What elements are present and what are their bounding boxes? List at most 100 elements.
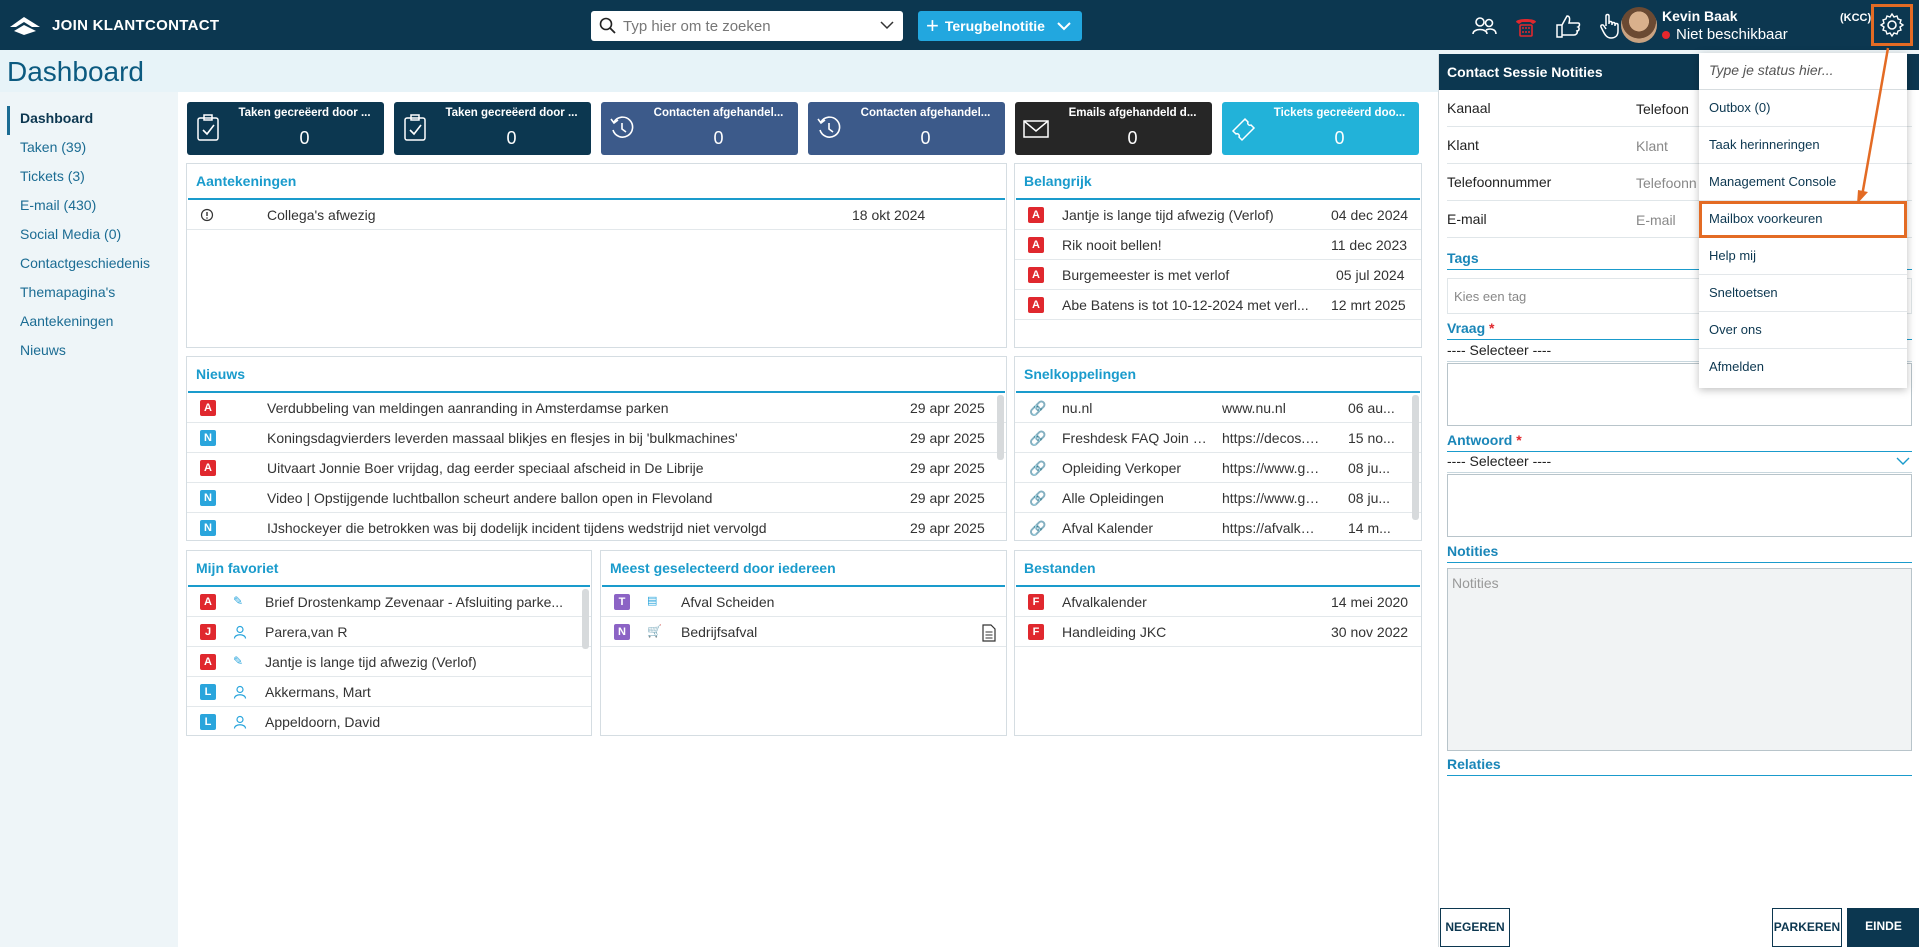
list-item[interactable]: A Abe Batens is tot 10-12-2024 met verl..… [1015,290,1421,320]
sidebar-item-social-media[interactable]: Social Media (0) [7,222,150,251]
sidebar-item-themapaginas[interactable]: Themapagina's [7,280,150,309]
sidebar-item-aantekeningen[interactable]: Aantekeningen [7,309,150,338]
list-item[interactable]: A Uitvaart Jonnie Boer vrijdag, dag eerde… [187,453,1006,483]
item-text: Rik nooit bellen! [1062,237,1162,253]
list-item[interactable]: A Burgemeester is met verlof 05 jul 2024 [1015,260,1421,290]
list-item[interactable]: T ▤ Afval Scheiden [601,587,1006,617]
parkeren-button[interactable]: PARKEREN [1772,908,1842,947]
list-item[interactable]: N IJshockeyer die betrokken was bij dodel… [187,513,1006,543]
brand-title: JOIN KLANTCONTACT [52,16,220,34]
link-name: nu.nl [1062,400,1093,416]
list-item[interactable]: F Afvalkalender 14 mei 2020 [1015,587,1421,617]
notities-textarea[interactable]: Notities [1447,568,1912,751]
users-icon[interactable] [1470,12,1498,40]
hand-pointer-icon[interactable] [1596,12,1624,40]
menu-item-taak-herinneringen[interactable]: Taak herinneringen [1699,127,1907,164]
stat-card-tickets[interactable]: Tickets gecreëerd doo... 0 [1222,102,1419,155]
item-text: Parera,van R [265,624,348,640]
stat-value: 0 [1334,128,1345,148]
antwoord-textarea[interactable] [1447,474,1912,537]
stat-card-contacten-1[interactable]: Contacten afgehandel... 0 [601,102,798,155]
scrollbar[interactable] [1412,395,1419,520]
antwoord-label-text: Antwoord [1447,432,1513,448]
menu-item-management-console[interactable]: Management Console [1699,164,1907,201]
list-item[interactable]: A ✎ Brief Drostenkamp Zevenaar - Afsluitin… [187,587,591,617]
sidebar-item-nieuws[interactable]: Nieuws [7,338,150,367]
list-item[interactable]: N 🛒 Bedrijfsafval [601,617,1006,647]
negeren-button[interactable]: NEGEREN [1440,908,1510,947]
email-field[interactable]: E-mail [1636,212,1676,228]
chevron-down-icon[interactable] [879,17,895,33]
settings-button[interactable] [1871,4,1913,46]
search-input[interactable] [623,17,873,35]
link-url: www.nu.nl [1222,400,1286,416]
list-item[interactable]: A Verdubbeling van meldingen aanranding i… [187,393,1006,423]
stat-card-contacten-2[interactable]: Contacten afgehandel... 0 [808,102,1005,155]
edit-icon: ✎ [233,654,244,668]
terugbelnotitie-button[interactable]: + Terugbelnotitie [918,11,1082,41]
menu-item-mailbox-voorkeuren[interactable]: Mailbox voorkeuren [1699,201,1907,238]
menu-item-over-ons[interactable]: Over ons [1699,312,1907,349]
link-name: Alle Opleidingen [1062,490,1164,506]
avatar[interactable] [1621,7,1657,43]
list-item[interactable]: J Parera,van R [187,617,591,647]
list-item[interactable]: L Appeldoorn, David [187,707,591,737]
list-item[interactable]: Collega's afwezig 18 okt 2024 [187,200,1006,230]
einde-button[interactable]: EINDE [1847,908,1919,947]
list-item[interactable]: N Koningsdagvierders leverden massaal bli… [187,423,1006,453]
list-item[interactable]: N Video | Opstijgende luchtballon scheurt… [187,483,1006,513]
required-mark: * [1489,320,1495,336]
klant-field[interactable]: Klant [1636,138,1668,154]
user-status[interactable]: Niet beschikbaar [1662,26,1788,43]
sidebar-item-tickets[interactable]: Tickets (3) [7,164,150,193]
user-name[interactable]: Kevin Baak [1662,8,1737,24]
panel-aantekeningen: Aantekeningen Collega's afwezig 18 okt 2… [186,163,1007,348]
link-name: Opleiding Verkoper [1062,460,1182,476]
stat-value: 0 [506,128,517,148]
field-value[interactable]: Telefoon [1636,101,1689,117]
relaties-label: Relaties [1447,756,1912,776]
scrollbar[interactable] [582,589,589,649]
list-item[interactable]: 🔗 Opleiding Verkoper https://www.gil... 08 … [1015,453,1421,483]
brand[interactable]: JOIN KLANTCONTACT [8,13,219,37]
list-item[interactable]: A Rik nooit bellen! 11 dec 2023 [1015,230,1421,260]
list-item[interactable]: A Jantje is lange tijd afwezig (Verlof) 04… [1015,200,1421,230]
document-icon[interactable] [982,624,996,642]
thumbs-up-icon[interactable] [1554,12,1582,40]
stat-card-taken-2[interactable]: Taken gecreëerd door ... 0 [394,102,591,155]
list-item[interactable]: A ✎ Jantje is lange tijd afwezig (Verlof) [187,647,591,677]
sidebar-item-email[interactable]: E-mail (430) [7,193,150,222]
stat-label: Contacten afgehandel... [653,107,784,119]
cart-icon: 🛒 [647,624,662,638]
list-item[interactable]: 🔗 Afval Kalender https://afvalkal... 14 m..… [1015,513,1421,543]
badge: N [614,624,630,640]
menu-item-outbox[interactable]: Outbox (0) [1699,90,1907,127]
badge: J [200,624,216,640]
scrollbar[interactable] [997,395,1004,460]
sidebar-item-contactgeschiedenis[interactable]: Contactgeschiedenis [7,251,150,280]
note-date: 18 okt 2024 [852,207,926,223]
menu-item-sneltoetsen[interactable]: Sneltoetsen [1699,275,1907,312]
menu-item-afmelden[interactable]: Afmelden [1699,349,1907,386]
antwoord-select[interactable]: ---- Selecteer ---- [1447,453,1912,473]
history-icon [817,116,841,138]
phone-icon[interactable] [1512,12,1540,40]
item-text: Afval Scheiden [681,594,775,610]
panel-belangrijk: Belangrijk A Jantje is lange tijd afwezig… [1014,163,1422,348]
list-item[interactable]: 🔗 Alle Opleidingen https://www.gil... 08 ju… [1015,483,1421,513]
list-item[interactable]: 🔗 nu.nl www.nu.nl 06 au... [1015,393,1421,423]
stat-card-taken-1[interactable]: Taken gecreëerd door ... 0 [187,102,384,155]
badge: N [200,490,216,506]
list-item[interactable]: F Handleiding JKC 30 nov 2022 [1015,617,1421,647]
list-item[interactable]: 🔗 Freshdesk FAQ Join K... https://decos.fr… [1015,423,1421,453]
sidebar-item-dashboard[interactable]: Dashboard [7,106,150,135]
status-input[interactable]: Type je status hier... [1699,53,1907,90]
list-item[interactable]: L Akkermans, Mart [187,677,591,707]
telefoonnummer-field[interactable]: Telefoonn [1636,175,1697,191]
sidebar-item-taken[interactable]: Taken (39) [7,135,150,164]
link-url: https://www.gil... [1222,460,1322,476]
search-field[interactable] [591,11,903,41]
menu-item-help-mij[interactable]: Help mij [1699,238,1907,275]
file-date: 14 mei 2020 [1331,594,1409,610]
stat-card-emails[interactable]: Emails afgehandeld d... 0 [1015,102,1212,155]
